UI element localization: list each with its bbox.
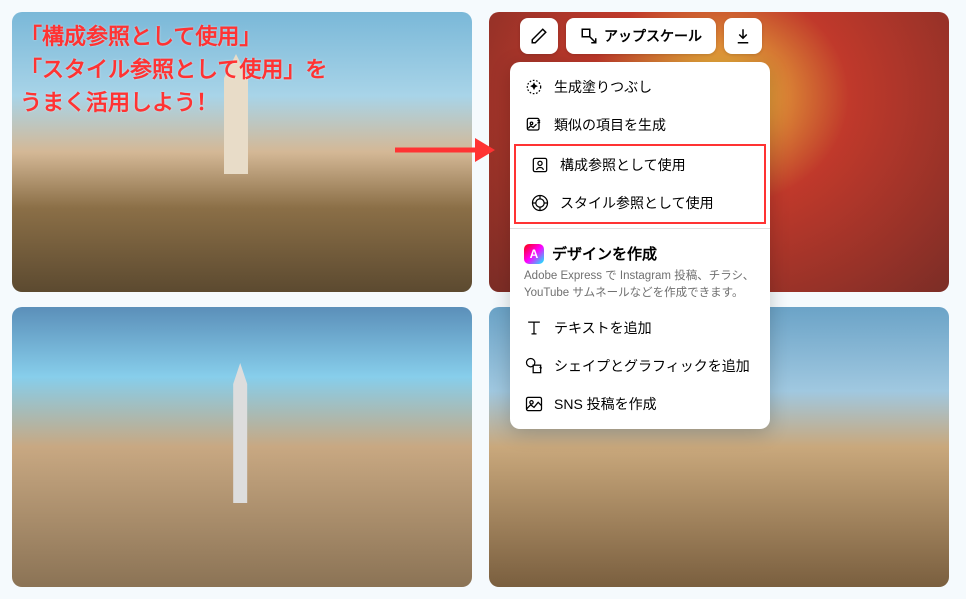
menu-label: 類似の項目を生成: [554, 115, 666, 135]
menu-item-sns-post[interactable]: SNS 投稿を作成: [510, 385, 770, 423]
edit-button[interactable]: [520, 18, 558, 54]
download-icon: [734, 27, 752, 45]
highlighted-options: 構成参照として使用 スタイル参照として使用: [514, 144, 766, 224]
style-ref-icon: [530, 193, 550, 213]
generate-similar-icon: [524, 115, 544, 135]
menu-item-generate-similar[interactable]: 類似の項目を生成: [510, 106, 770, 144]
menu-item-generative-fill[interactable]: 生成塗りつぶし: [510, 68, 770, 106]
menu-label: スタイル参照として使用: [560, 193, 714, 213]
upscale-label: アップスケール: [604, 26, 702, 46]
menu-label: 生成塗りつぶし: [554, 77, 652, 97]
context-menu: 生成塗りつぶし 類似の項目を生成 構成参照として使用 スタイル参照として使用 A…: [510, 62, 770, 429]
upscale-button[interactable]: アップスケール: [566, 18, 716, 54]
menu-item-style-reference[interactable]: スタイル参照として使用: [516, 184, 764, 222]
sparkle-fill-icon: [524, 77, 544, 97]
download-button[interactable]: [724, 18, 762, 54]
image-icon: [524, 394, 544, 414]
text-icon: [524, 318, 544, 338]
section-title-row: A デザインを作成: [524, 243, 756, 264]
menu-label: 構成参照として使用: [560, 155, 686, 175]
design-section: A デザインを作成 Adobe Express で Instagram 投稿、チ…: [510, 233, 770, 309]
menu-label: テキストを追加: [554, 318, 652, 338]
thumbnail-3[interactable]: [12, 307, 472, 587]
thumbnail-1[interactable]: [12, 12, 472, 292]
menu-item-add-shapes[interactable]: シェイプとグラフィックを追加: [510, 347, 770, 385]
menu-label: シェイプとグラフィックを追加: [554, 356, 750, 376]
upscale-icon: [580, 27, 598, 45]
shapes-icon: [524, 356, 544, 376]
menu-label: SNS 投稿を作成: [554, 394, 657, 414]
menu-divider: [510, 228, 770, 229]
image-toolbar: アップスケール: [520, 18, 762, 54]
image-gallery: [0, 0, 966, 599]
adobe-express-logo: A: [524, 244, 544, 264]
section-title: デザインを作成: [552, 243, 657, 264]
composition-ref-icon: [530, 155, 550, 175]
section-description: Adobe Express で Instagram 投稿、チラシ、YouTube…: [524, 268, 756, 303]
menu-item-composition-reference[interactable]: 構成参照として使用: [516, 146, 764, 184]
menu-item-add-text[interactable]: テキストを追加: [510, 309, 770, 347]
pencil-icon: [530, 27, 548, 45]
